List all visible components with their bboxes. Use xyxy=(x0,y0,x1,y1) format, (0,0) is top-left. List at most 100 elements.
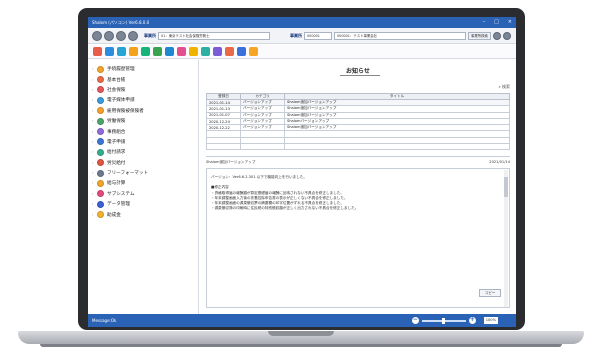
home-icon[interactable] xyxy=(92,30,102,41)
sidebar-item-label: 基本台帳 xyxy=(107,77,126,83)
function-icon[interactable] xyxy=(165,47,174,56)
client-select[interactable]: 000001：テスト事業会社 xyxy=(334,31,466,40)
function-icon[interactable] xyxy=(153,47,162,56)
menu-circle-icon xyxy=(97,128,104,136)
sidebar-item[interactable]: › 電子媒体申請 xyxy=(88,95,198,105)
detail-date: 2021/01/14 xyxy=(489,160,510,164)
mail-icon[interactable] xyxy=(128,30,138,41)
sidebar-item-label: 給付請求 xyxy=(107,150,126,156)
function-icon[interactable] xyxy=(249,47,258,56)
function-icon[interactable] xyxy=(201,47,210,56)
function-icon[interactable] xyxy=(213,47,222,56)
sidebar-item-label: 社会保険 xyxy=(107,87,126,93)
sidebar-item-label: 給与計算 xyxy=(107,181,126,187)
menu-circle-icon xyxy=(97,117,104,125)
detail-title: Shalom追加バージョンアップ xyxy=(206,160,256,164)
table-cell xyxy=(240,143,285,151)
zoom-in-icon[interactable]: + xyxy=(468,317,476,324)
function-icon[interactable] xyxy=(105,47,114,56)
sidebar-item[interactable]: › 電子申請 xyxy=(88,137,198,147)
sidebar-item[interactable]: › 労災給付 xyxy=(88,158,198,168)
search-label: 検索 xyxy=(502,84,510,89)
function-icon[interactable] xyxy=(189,47,198,56)
copy-button[interactable]: コピー xyxy=(479,289,501,297)
status-message: Message:Ok xyxy=(92,318,117,323)
menu-circle-icon xyxy=(97,159,104,167)
sidebar-item[interactable]: › 手続履歴管理 xyxy=(88,64,198,74)
sidebar-item[interactable]: › 社会保険 xyxy=(88,85,198,95)
zoom-out-icon[interactable]: − xyxy=(411,317,419,324)
sidebar-item[interactable]: › サブシステム xyxy=(88,189,198,199)
table-cell xyxy=(284,143,510,151)
title-bar: Shalom (パソコン) Ver6.8.0.0 – □ × xyxy=(88,17,516,28)
sidebar-item[interactable]: › 雇用保険被保険者 xyxy=(88,106,198,116)
detail-scroll-thumb[interactable] xyxy=(504,177,508,197)
sidebar-item-label: 助成金 xyxy=(107,212,121,218)
sidebar-item-label: フリーフォーマット xyxy=(107,171,149,177)
page-title: お知らせ xyxy=(346,68,370,75)
function-icon[interactable] xyxy=(177,47,186,56)
sidebar-item-label: 事務組合 xyxy=(107,129,126,135)
client-search-button[interactable]: 事業所検索 xyxy=(468,31,491,40)
menu-circle-icon xyxy=(97,190,104,198)
function-icon[interactable] xyxy=(129,47,138,56)
function-icon[interactable] xyxy=(141,47,150,56)
title-underline xyxy=(340,75,380,76)
menu-circle-icon xyxy=(97,65,104,73)
sidebar-item-label: データ管理 xyxy=(107,202,130,208)
zoom-value: 100% xyxy=(483,317,498,324)
table-cell xyxy=(206,143,241,151)
sidebar-item-label: 雇用保険被保険者 xyxy=(107,108,144,114)
laptop-notch xyxy=(268,331,334,336)
sidebar-item[interactable]: › 事務組合 xyxy=(88,126,198,136)
menu-circle-icon xyxy=(97,86,104,94)
function-icon-bar xyxy=(88,45,516,59)
zoom-slider[interactable] xyxy=(421,317,466,324)
function-icon[interactable] xyxy=(117,47,126,56)
section-divider xyxy=(206,156,510,157)
menu-circle-icon xyxy=(97,107,104,115)
function-icon[interactable] xyxy=(93,47,102,56)
sidebar-item-label: 電子媒体申請 xyxy=(107,98,135,104)
top-toolbar: 事業所 01：東京テスト社会保険労務士 事業所 000001 000001：テス… xyxy=(88,28,516,44)
maximize-button[interactable]: □ xyxy=(494,17,499,28)
settings-icon[interactable] xyxy=(502,31,511,40)
function-icon[interactable] xyxy=(237,47,246,56)
sidebar-item[interactable]: › 労働保険 xyxy=(88,116,198,126)
menu-circle-icon xyxy=(97,138,104,146)
function-icon[interactable] xyxy=(225,47,234,56)
app-window: Shalom (パソコン) Ver6.8.0.0 – □ × 事業所 01：東京… xyxy=(88,17,516,327)
close-client-icon[interactable] xyxy=(492,31,501,40)
close-button[interactable]: × xyxy=(508,17,512,28)
sidebar-item[interactable]: › 基本台帳 xyxy=(88,74,198,84)
sidebar-item-label: 労働保険 xyxy=(107,119,126,125)
office-label: 事業所 xyxy=(144,32,156,38)
office-select[interactable]: 01：東京テスト社会保険労務士 xyxy=(158,31,270,40)
detail-body[interactable]: バージョン：Ver6.6.2.301 以下で機能向上を行いました。 ■修正内容 ・資… xyxy=(206,168,510,308)
empty-row xyxy=(206,143,510,151)
menu-circle-icon xyxy=(97,179,104,187)
sidebar-item-label: 労災給付 xyxy=(107,160,126,166)
minimize-button[interactable]: – xyxy=(483,17,486,28)
sidebar-item[interactable]: › 給与計算 xyxy=(88,178,198,188)
status-bar: Message:Ok − + 100% xyxy=(88,314,516,327)
sidebar-item-label: サブシステム xyxy=(107,191,135,197)
detail-line: ・源泉徴収簿の印刷時に住民税の特別徴収額が正しく出力されない不具合を修正しました… xyxy=(211,206,359,211)
client-code-input[interactable]: 000001 xyxy=(304,31,332,40)
notice-table: 登録日 カテゴリ タイトル 2021-01-14 バージョンアップ Shalom追加… xyxy=(206,93,510,151)
sidebar-item[interactable]: › フリーフォーマット xyxy=(88,168,198,178)
sidebar-item-label: 電子申請 xyxy=(107,139,126,145)
sidebar-item[interactable]: › 助成金 xyxy=(88,209,198,219)
window-title: Shalom (パソコン) Ver6.8.0.0 xyxy=(92,20,150,25)
search-button[interactable]: ⌕ 検索 xyxy=(498,84,510,90)
sidebar-menu: › 手続履歴管理 › 基本台帳 › 社会保険 › 電子媒体申請 › 雇用保険被保険者 › 労働保険 › 事… xyxy=(88,60,199,314)
laptop-foot xyxy=(40,344,562,347)
sidebar-item[interactable]: › 給付請求 xyxy=(88,147,198,157)
zoom-slider-thumb[interactable] xyxy=(442,317,446,324)
menu-circle-icon xyxy=(97,169,104,177)
menu-circle-icon xyxy=(97,76,104,84)
grid-icon[interactable] xyxy=(116,30,126,41)
menu-circle-icon xyxy=(97,96,104,104)
sidebar-item[interactable]: › データ管理 xyxy=(88,199,198,209)
info-icon[interactable] xyxy=(104,30,114,41)
